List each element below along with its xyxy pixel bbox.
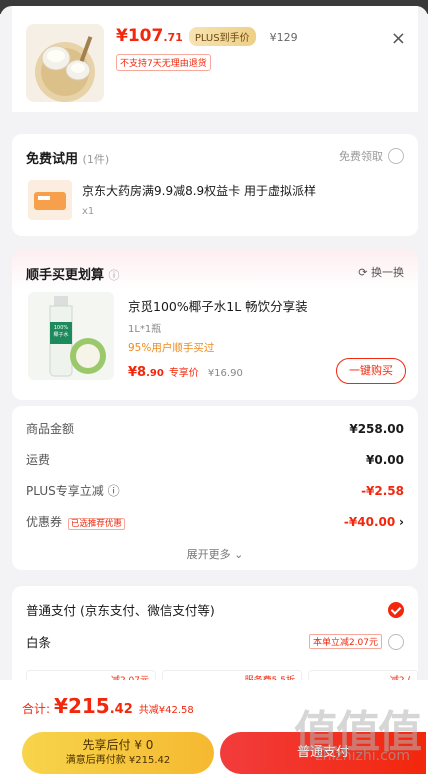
addon-item-spec: 1L*1瓶 [128, 324, 162, 335]
addon-original-price: ¥16.90 [207, 368, 243, 379]
expand-more-button[interactable]: 展开更多 ⌄ [12, 546, 418, 562]
site-watermark-url: zhizhizhi.com [315, 748, 410, 764]
addon-price-tag: 专享价 [168, 368, 199, 379]
one-click-buy-button[interactable]: 一键购买 [336, 358, 406, 384]
info-icon[interactable]: ⓘ [109, 269, 120, 282]
free-claim-toggle[interactable]: 免费领取 [339, 148, 404, 164]
chevron-right-icon[interactable]: › [399, 515, 404, 529]
addon-item-name[interactable]: 京觅100%椰子水1L 畅饮分享装 [128, 296, 308, 315]
addon-social-note: 95%用户顺手买过 [128, 342, 215, 354]
addon-card: 顺手买更划算 ⓘ ⟳ 换一换 100% 椰子水 京觅100%椰子水1L 畅饮分享… [12, 250, 418, 400]
total-amount: ¥215.42 [54, 694, 133, 718]
normal-pay-radio[interactable] [388, 601, 404, 618]
plus-discount-row: PLUS专享立减 ⓘ -¥2.58 [26, 483, 404, 499]
normal-pay-option[interactable]: 普通支付 (京东支付、微信支付等) [26, 600, 404, 619]
trial-item-name: 京东大药房满9.9减8.9权益卡 用于虚拟派样 [82, 184, 316, 198]
total-savings: 共减¥42.58 [138, 705, 194, 716]
addon-item-image: 100% 椰子水 [28, 292, 114, 380]
product-price-row: ¥107.71 PLUS到手价 ¥129 [116, 26, 298, 46]
original-price: ¥129 [269, 31, 298, 44]
info-icon[interactable]: ⓘ [108, 484, 120, 498]
shipping-row: 运费 ¥0.00 [26, 452, 404, 468]
payment-method-card: 普通支付 (京东支付、微信支付等) 白条 本单立减2.07元 减2.07元 服务… [12, 586, 418, 680]
addon-title: 顺手买更划算 ⓘ [26, 268, 120, 283]
installment-option[interactable]: 减2.( [308, 670, 418, 680]
installment-option[interactable]: 服务费5.5折 [162, 670, 302, 680]
price-summary-card: 商品金额 ¥258.00 运费 ¥0.00 PLUS专享立减 ⓘ -¥2.58 … [12, 406, 418, 570]
goods-amount-row: 商品金额 ¥258.00 [26, 421, 404, 437]
product-image [26, 24, 104, 102]
checkout-sheet: ¥107.71 PLUS到手价 ¥129 不支持7天无理由退货 × 免费试用 (… [0, 6, 428, 680]
product-header: ¥107.71 PLUS到手价 ¥129 不支持7天无理由退货 × [12, 6, 418, 112]
free-trial-card: 免费试用 (1件) 免费领取 京东大药房满9.9减8.9权益卡 用于虚拟派样 x… [12, 134, 418, 236]
total-row: 合计: ¥215.42 共减¥42.58 [22, 694, 194, 718]
free-claim-radio[interactable] [388, 148, 404, 164]
coupon-recommended-tag: 已选推荐优惠 [67, 518, 125, 530]
free-trial-title: 免费试用 (1件) [26, 152, 110, 167]
baitiao-discount-tag: 本单立减2.07元 [308, 634, 382, 649]
installment-option[interactable]: 减2.07元 [26, 670, 156, 680]
baitiao-option[interactable]: 白条 本单立减2.07元 [26, 632, 404, 651]
plus-price-tag: PLUS到手价 [188, 27, 256, 46]
pay-later-button[interactable]: 先享后付 ¥ 0 满意后再付款 ¥215.42 [22, 732, 214, 774]
product-price: ¥107.71 [116, 26, 183, 46]
coupon-row[interactable]: 优惠券 已选推荐优惠 -¥40.00 › [26, 513, 404, 530]
addon-price: ¥8.90 [128, 365, 164, 380]
no-return-badge: 不支持7天无理由退货 [116, 54, 211, 71]
trial-item-thumbnail [28, 180, 72, 220]
bottle-label: 100% 椰子水 [53, 325, 69, 338]
trial-item-qty: x1 [82, 206, 95, 217]
refresh-icon: ⟳ [358, 266, 368, 279]
addon-price-row: ¥8.90 专享价 ¥16.90 [128, 364, 243, 380]
refresh-button[interactable]: ⟳ 换一换 [358, 264, 404, 280]
close-icon[interactable]: × [391, 28, 406, 49]
baitiao-radio[interactable] [388, 633, 404, 650]
